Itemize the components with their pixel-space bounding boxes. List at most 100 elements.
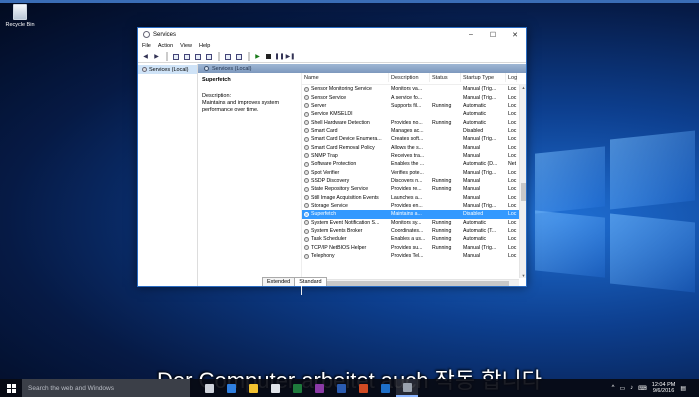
service-row[interactable]: Server Supports fil... Running Automatic Loc xyxy=(302,102,526,110)
export-list-icon[interactable] xyxy=(204,52,213,61)
service-row[interactable]: Sensor Monitoring Service Monitors va... M… xyxy=(302,85,526,93)
service-status-cell: Running xyxy=(432,219,452,226)
service-status-cell: Running xyxy=(432,102,452,109)
task-view-icon[interactable] xyxy=(198,379,220,397)
properties-icon[interactable] xyxy=(182,52,191,61)
column-header-startup-type[interactable]: Startup Type xyxy=(461,73,506,82)
service-row[interactable]: State Repository Service Provides re... Ru… xyxy=(302,185,526,193)
service-name-cell: Server xyxy=(302,102,389,110)
taskbar-search-box[interactable]: Search the web and Windows xyxy=(22,379,190,397)
title-bar[interactable]: Services – ☐ ✕ xyxy=(138,28,526,41)
notifications-icon[interactable]: ▤ xyxy=(680,385,686,392)
file-explorer-icon[interactable] xyxy=(242,379,264,397)
service-row[interactable]: Superfetch Maintains a... Disabled Loc xyxy=(302,210,526,219)
service-log-on-cell: Loc xyxy=(508,102,517,109)
start-service-icon[interactable]: ▶ xyxy=(253,52,262,61)
keyboard-icon[interactable]: ⌨ xyxy=(638,385,647,392)
show-hidden-icons-icon[interactable]: ^ xyxy=(612,385,615,391)
store-icon[interactable] xyxy=(264,379,286,397)
scroll-thumb[interactable] xyxy=(521,183,526,201)
service-row[interactable]: Still Image Acquisition Events Launches a… xyxy=(302,193,526,201)
service-row[interactable]: Smart Card Device Enumera... Creates soft… xyxy=(302,135,526,143)
recycle-bin-label: Recycle Bin xyxy=(5,22,35,28)
windows-logo-pane xyxy=(610,213,695,293)
help-icon[interactable] xyxy=(223,52,232,61)
service-row[interactable]: Service KMSELDI Automatic Loc xyxy=(302,110,526,118)
scroll-down-icon[interactable]: ▼ xyxy=(520,273,526,278)
toolbar-divider xyxy=(218,52,220,61)
service-row[interactable]: System Events Broker Coordinates... Runnin… xyxy=(302,227,526,235)
service-status-cell xyxy=(430,110,461,118)
h-scroll-thumb[interactable] xyxy=(309,281,509,286)
maximize-button[interactable]: ☐ xyxy=(482,31,504,39)
service-name-cell: Service KMSELDI xyxy=(302,110,389,118)
start-button[interactable] xyxy=(0,379,22,397)
close-button[interactable]: ✕ xyxy=(504,31,526,39)
service-row[interactable]: Task Scheduler Enables a us... Running Auto… xyxy=(302,235,526,243)
column-header-status[interactable]: Status xyxy=(430,73,461,82)
column-header-log-on-as[interactable]: Log xyxy=(506,73,517,82)
view-tabs: Extended Standard xyxy=(258,277,327,286)
service-row[interactable]: Telephony Provides Tel... Manual Loc xyxy=(302,252,526,260)
show-tree-icon[interactable] xyxy=(171,52,180,61)
service-row[interactable]: Storage Service Provides en... Manual (Tri… xyxy=(302,202,526,210)
tab-extended[interactable]: Extended xyxy=(262,277,296,286)
services-icon[interactable] xyxy=(396,379,418,397)
horizontal-scrollbar[interactable] xyxy=(302,279,519,286)
word-icon[interactable] xyxy=(330,379,352,397)
scroll-up-icon[interactable]: ▲ xyxy=(520,85,526,90)
service-row[interactable]: Smart Card Manages ac... Disabled Loc xyxy=(302,127,526,135)
service-name-cell: Still Image Acquisition Events xyxy=(302,194,389,202)
minimize-button[interactable]: – xyxy=(460,31,482,38)
menu-file[interactable]: File xyxy=(142,43,151,49)
service-log-on-cell: Loc xyxy=(508,169,517,176)
service-gear-icon xyxy=(304,86,309,92)
service-row[interactable]: System Event Notification S... Monitors s… xyxy=(302,219,526,227)
tree-item-label: Services (Local) xyxy=(149,66,189,73)
service-status-cell: Running xyxy=(432,177,452,184)
menu-action[interactable]: Action xyxy=(158,43,173,49)
column-header-name[interactable]: ^Name xyxy=(302,73,389,82)
service-row[interactable]: SSDP Discovery Discovers n... Running Manua… xyxy=(302,177,526,185)
restart-service-icon[interactable]: ▶❚ xyxy=(286,52,296,61)
pause-service-icon[interactable]: ❚❚ xyxy=(274,52,284,61)
tab-standard[interactable]: Standard xyxy=(294,277,327,286)
network-icon[interactable]: ▭ xyxy=(619,385,625,392)
service-log-on-cell: Loc xyxy=(508,111,517,118)
system-tray: ^ ▭ ♪ ⌨ 12:04 PM 9/6/2016 ▤ xyxy=(612,382,699,395)
service-row[interactable]: Sensor Service A service fo... Manual (Tri… xyxy=(302,93,526,101)
column-header-description[interactable]: Description xyxy=(389,73,430,82)
outlook-icon[interactable] xyxy=(374,379,396,397)
service-description-cell: Maintains a... xyxy=(391,211,422,218)
powerpoint-icon[interactable] xyxy=(352,379,374,397)
menu-view[interactable]: View xyxy=(180,43,192,49)
stop-service-icon[interactable] xyxy=(264,52,273,61)
edge-icon[interactable] xyxy=(220,379,242,397)
service-log-on-cell: Loc xyxy=(508,144,517,151)
vertical-scrollbar[interactable]: ▲ ▼ xyxy=(519,85,526,278)
service-description-cell: A service fo... xyxy=(391,94,423,101)
service-row[interactable]: Software Protection Enables the ... Automa… xyxy=(302,160,526,168)
service-row[interactable]: TCP/IP NetBIOS Helper Provides su... Runni… xyxy=(302,244,526,252)
excel-icon[interactable] xyxy=(286,379,308,397)
service-row[interactable]: Spot Verifier Verifies pote... Manual (Tri… xyxy=(302,168,526,176)
view-icon[interactable] xyxy=(234,52,243,61)
service-log-on-cell: Loc xyxy=(508,202,517,209)
clock[interactable]: 12:04 PM 9/6/2016 xyxy=(652,382,676,395)
service-row[interactable]: Shell Hardware Detection Provides no... Ru… xyxy=(302,118,526,126)
onenote-icon[interactable] xyxy=(308,379,330,397)
forward-arrow-icon[interactable]: ▶ xyxy=(152,52,161,61)
refresh-icon[interactable] xyxy=(193,52,202,61)
back-arrow-icon[interactable]: ◀ xyxy=(141,52,150,61)
menu-help[interactable]: Help xyxy=(199,43,210,49)
tree-item-services-local[interactable]: Services (Local) xyxy=(138,65,197,74)
service-row[interactable]: SNMP Trap Receives tra... Manual Loc xyxy=(302,152,526,160)
services-window[interactable]: Services – ☐ ✕ File Action View Help ◀ ▶… xyxy=(137,27,527,295)
service-log-on-cell: Loc xyxy=(508,236,517,243)
service-description-cell: Provides Tel... xyxy=(391,253,424,260)
recycle-bin[interactable]: Recycle Bin xyxy=(4,4,36,28)
toolbar-divider xyxy=(166,52,168,61)
service-log-on-cell: Loc xyxy=(508,119,517,126)
service-row[interactable]: Smart Card Removal Policy Allows the s...… xyxy=(302,143,526,151)
volume-icon[interactable]: ♪ xyxy=(630,385,633,391)
